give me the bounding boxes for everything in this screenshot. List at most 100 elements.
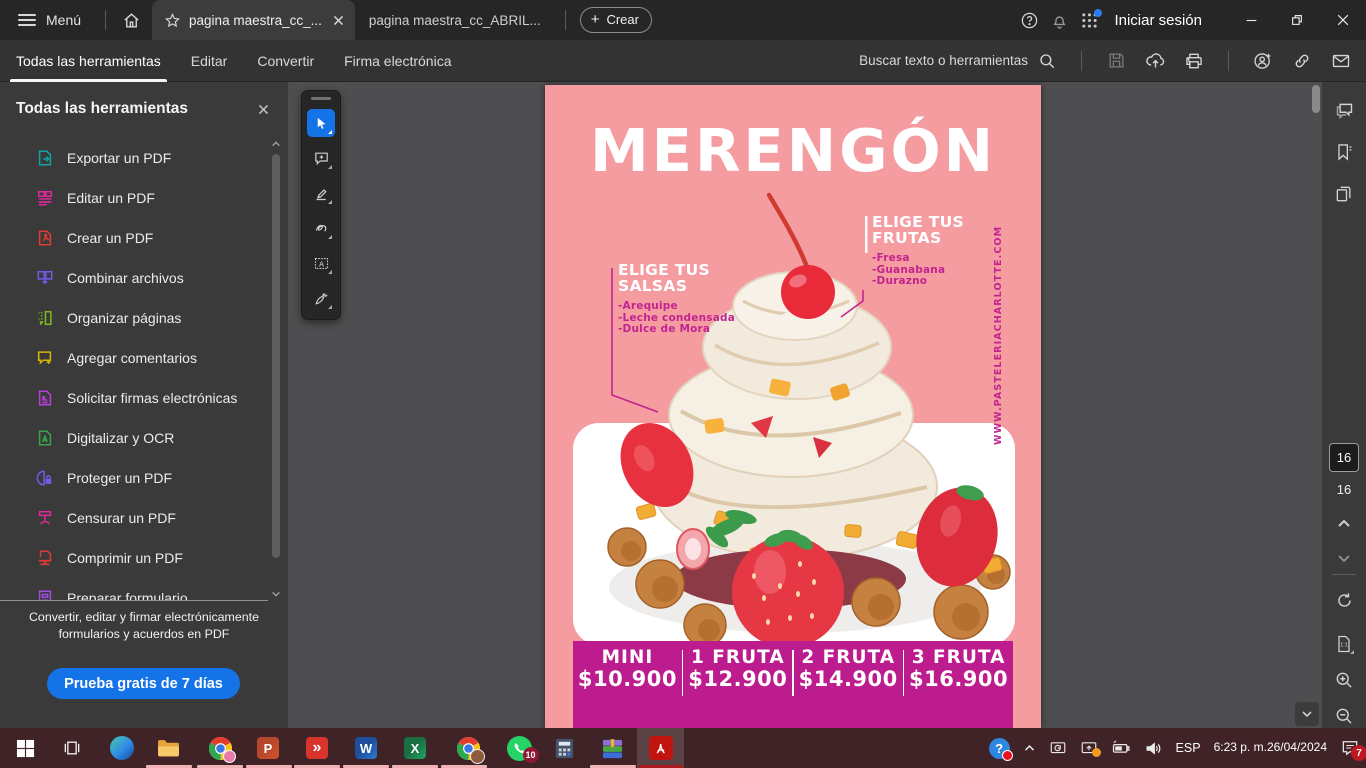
page-thumbnails-icon[interactable] [1330, 180, 1358, 208]
tool-add-comments[interactable]: Agregar comentarios [0, 338, 268, 378]
tool-edit-pdf[interactable]: Editar un PDF [0, 178, 268, 218]
fill-sign-tool-button[interactable] [307, 284, 335, 312]
tab-edit[interactable]: Editar [189, 40, 230, 82]
help-icon[interactable] [1014, 5, 1044, 35]
window-minimize-button[interactable] [1228, 0, 1274, 40]
red-arrows-app-icon[interactable]: » [293, 728, 341, 768]
language-indicator[interactable]: ESP [1176, 741, 1201, 755]
word-icon[interactable]: W [342, 728, 390, 768]
hidden-icons-chevron[interactable] [1023, 742, 1036, 755]
highlight-tool-button[interactable] [307, 179, 335, 207]
create-button[interactable]: + Crear [580, 7, 652, 33]
task-view-button[interactable] [48, 728, 96, 768]
tool-create-pdf[interactable]: Crear un PDF [0, 218, 268, 258]
bookmarks-panel-icon[interactable] [1330, 138, 1358, 166]
powerpoint-icon[interactable]: P [244, 728, 292, 768]
tool-label: Editar un PDF [67, 190, 155, 206]
scroll-up-arrow[interactable] [270, 138, 282, 150]
calculator-icon[interactable] [540, 728, 588, 768]
tool-redact-pdf[interactable]: Censurar un PDF [0, 498, 268, 538]
share-add-person-icon[interactable] [1248, 46, 1278, 76]
document-canvas[interactable]: A MERENGÓN [288, 82, 1322, 728]
panel-scrollbar[interactable] [270, 138, 282, 600]
scroll-down-button[interactable] [1295, 702, 1319, 726]
tool-export-pdf[interactable]: Exportar un PDF [0, 138, 268, 178]
window-close-button[interactable] [1320, 0, 1366, 40]
tool-list: Exportar un PDF Editar un PDF Crear un P… [0, 138, 268, 600]
excel-icon[interactable]: X [391, 728, 439, 768]
window-restore-button[interactable] [1274, 0, 1320, 40]
menu-button[interactable]: Menú [46, 12, 81, 28]
chrome-profile-icon[interactable] [444, 728, 492, 768]
sign-in-button[interactable]: Iniciar sesión [1114, 12, 1202, 29]
notifications-bell-icon[interactable] [1044, 5, 1074, 35]
plus-icon: + [591, 14, 600, 26]
acrobat-active-underline [639, 765, 683, 768]
add-text-tool-button[interactable]: A [307, 249, 335, 277]
volume-icon[interactable] [1144, 739, 1163, 758]
actual-size-icon[interactable]: 1:1 [1330, 630, 1358, 658]
title-bar: Menú pagina maestra_cc_... pagina maestr… [0, 0, 1366, 40]
wireless-display-icon[interactable] [1049, 739, 1067, 757]
edge-icon[interactable] [98, 728, 146, 768]
select-tool-button[interactable] [307, 109, 335, 137]
file-explorer-icon[interactable] [144, 728, 192, 768]
svg-text:1:1: 1:1 [1340, 643, 1348, 649]
scrollbar-thumb[interactable] [272, 154, 280, 558]
clock[interactable]: 6:23 p. m. 26/04/2024 [1214, 740, 1327, 756]
link-icon[interactable] [1287, 46, 1317, 76]
tool-combine-files[interactable]: Combinar archivos [0, 258, 268, 298]
whatsapp-icon[interactable]: 10 [495, 728, 543, 768]
upload-cloud-icon[interactable] [1140, 46, 1170, 76]
tab-close-icon[interactable] [332, 14, 345, 27]
winrar-icon[interactable] [588, 728, 636, 768]
document-scrollbar-thumb[interactable] [1312, 85, 1320, 113]
tool-protect-pdf[interactable]: Proteger un PDF [0, 458, 268, 498]
search-tools[interactable]: Buscar texto o herramientas [853, 48, 1062, 74]
tab-esign[interactable]: Firma electrónica [342, 40, 453, 82]
main-toolbar: Todas las herramientas Editar Convertir … [0, 40, 1366, 82]
panel-close-icon[interactable] [257, 103, 270, 116]
email-icon[interactable] [1326, 46, 1356, 76]
zoom-out-icon[interactable] [1330, 702, 1358, 730]
battery-icon[interactable] [1111, 738, 1131, 758]
start-button[interactable] [1, 728, 49, 768]
home-icon[interactable] [116, 5, 146, 35]
hamburger-menu-icon[interactable] [18, 14, 36, 26]
tab-document-1[interactable]: pagina maestra_cc_... [152, 0, 355, 40]
tab-document-2[interactable]: pagina maestra_cc_ABRIL... [355, 0, 555, 40]
tab-convert[interactable]: Convertir [255, 40, 316, 82]
previous-page-chevron[interactable] [1330, 510, 1358, 538]
promo-text: Convertir, editar y firmar electrónicame… [6, 609, 282, 642]
save-icon[interactable] [1101, 46, 1131, 76]
tool-request-esign[interactable]: Solicitar firmas electrónicas [0, 378, 268, 418]
add-comment-tool-button[interactable] [307, 144, 335, 172]
antivirus-help-icon[interactable]: ? [989, 738, 1010, 759]
comments-panel-icon[interactable] [1330, 96, 1358, 124]
zoom-in-icon[interactable] [1330, 666, 1358, 694]
toolbar-drag-handle[interactable] [311, 97, 331, 100]
tool-organize-pages[interactable]: Organizar páginas [0, 298, 268, 338]
acrobat-icon[interactable] [637, 728, 684, 768]
tool-compress-pdf[interactable]: Comprimir un PDF [0, 538, 268, 578]
request-esign-icon [36, 389, 54, 407]
next-page-chevron[interactable] [1330, 544, 1358, 572]
document-scrollbar[interactable] [1311, 82, 1321, 728]
tool-scan-ocr[interactable]: Digitalizar y OCR [0, 418, 268, 458]
free-trial-button[interactable]: Prueba gratis de 7 días [47, 668, 240, 699]
tool-label: Digitalizar y OCR [67, 430, 174, 446]
app-launcher-grid-icon[interactable] [1074, 5, 1104, 35]
rotate-page-icon[interactable] [1330, 586, 1358, 614]
tool-prepare-form[interactable]: Preparar formulario [0, 578, 268, 600]
print-icon[interactable] [1179, 46, 1209, 76]
chrome-icon[interactable] [196, 728, 244, 768]
scroll-down-arrow[interactable] [270, 588, 282, 600]
display-update-icon[interactable] [1080, 739, 1098, 757]
draw-tool-button[interactable] [307, 214, 335, 242]
notification-center-icon[interactable]: 7 [1340, 738, 1360, 758]
tab-all-tools[interactable]: Todas las herramientas [14, 40, 163, 82]
profile-avatar-badge [470, 749, 485, 764]
pdf-page[interactable]: MERENGÓN [545, 85, 1041, 728]
current-page-input[interactable]: 16 [1329, 443, 1359, 472]
star-icon[interactable] [164, 12, 181, 29]
